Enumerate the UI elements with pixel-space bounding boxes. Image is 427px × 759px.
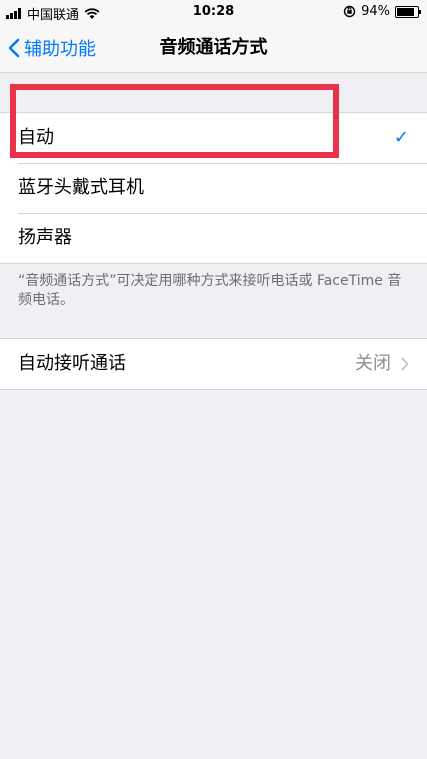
- auto-answer-group: 自动接听通话 关闭: [0, 338, 427, 390]
- option-bluetooth-headset[interactable]: 蓝牙头戴式耳机: [0, 163, 427, 213]
- auto-answer-label: 自动接听通话: [18, 353, 126, 374]
- auto-answer-detail: 关闭: [355, 339, 409, 389]
- auto-answer-calls-row[interactable]: 自动接听通话 关闭: [0, 339, 427, 389]
- option-speaker[interactable]: 扬声器: [0, 213, 427, 263]
- option-label: 蓝牙头戴式耳机: [18, 177, 144, 198]
- auto-answer-value: 关闭: [355, 353, 391, 374]
- option-auto[interactable]: 自动 ✓: [0, 113, 427, 163]
- call-audio-routing-group: 自动 ✓ 蓝牙头戴式耳机 扬声器: [0, 112, 427, 264]
- orientation-lock-icon: [343, 5, 356, 18]
- option-label: 扬声器: [18, 227, 72, 248]
- status-right: 94%: [343, 4, 421, 19]
- battery-tip: [419, 9, 421, 14]
- navigation-bar: 辅助功能 音频通话方式: [0, 24, 427, 73]
- page-title: 音频通话方式: [159, 37, 268, 58]
- battery-icon: [395, 5, 421, 18]
- battery-fill: [397, 7, 414, 16]
- option-label: 自动: [18, 127, 54, 148]
- section-footer-note: “音频通话方式”可决定用哪种方式来接听电话或 FaceTime 音频电话。: [18, 273, 402, 308]
- chevron-right-icon: [401, 357, 409, 371]
- battery-percent: 94%: [361, 4, 390, 19]
- status-bar: 中国联通 10:28 94%: [0, 0, 427, 24]
- checkmark-icon: ✓: [393, 127, 409, 148]
